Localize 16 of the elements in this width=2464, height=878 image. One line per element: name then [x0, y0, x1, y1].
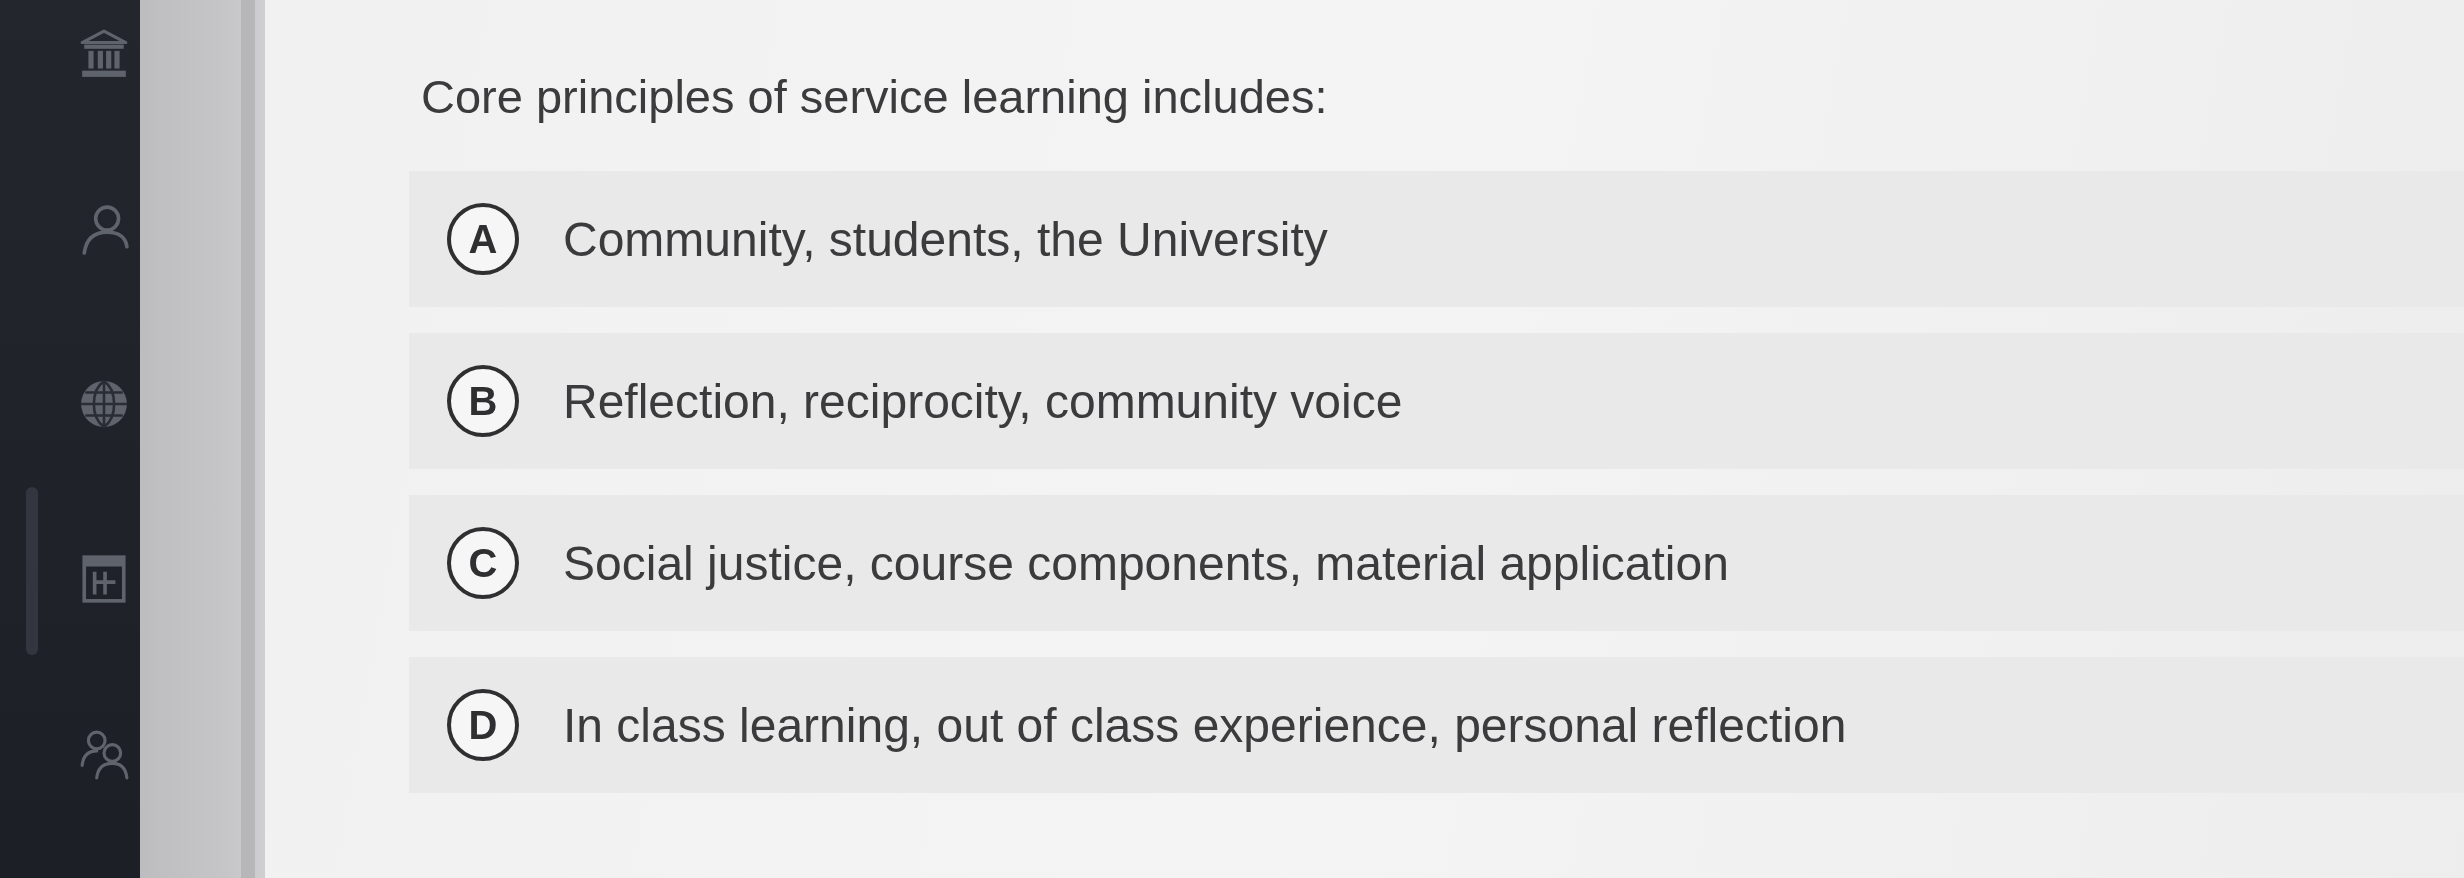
option-letter[interactable]: A — [447, 203, 519, 275]
building-icon[interactable] — [78, 28, 130, 80]
people-icon[interactable] — [78, 728, 130, 780]
option-text: Reflection, reciprocity, community voice — [563, 373, 1403, 429]
option-text: Social justice, course components, material application — [563, 535, 1729, 591]
option-text: In class learning, out of class experience, personal reflection — [563, 697, 1847, 753]
answer-option[interactable]: B Reflection, reciprocity, community voice — [409, 333, 2464, 469]
answer-option[interactable]: D In class learning, out of class experience, personal reflection — [409, 657, 2464, 793]
answer-option[interactable]: A Community, students, the University — [409, 171, 2464, 307]
question-text: Core principles of service learning includes: — [421, 69, 1329, 125]
option-letter[interactable]: B — [447, 365, 519, 437]
option-letter[interactable]: C — [447, 527, 519, 599]
answer-option[interactable]: C Social justice, course components, material application — [409, 495, 2464, 631]
globe-icon[interactable] — [78, 378, 130, 430]
option-text: Community, students, the University — [563, 211, 1328, 267]
option-letter[interactable]: D — [447, 689, 519, 761]
